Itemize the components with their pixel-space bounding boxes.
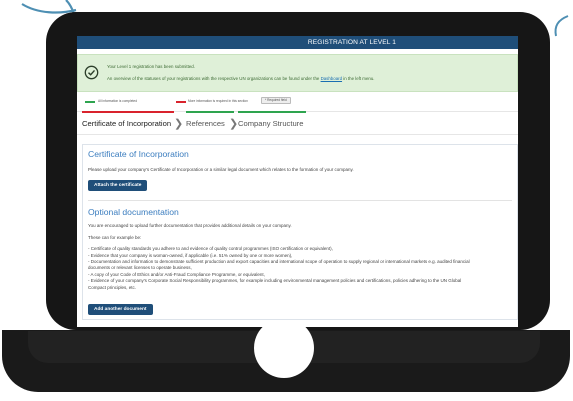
tab-status-bar bbox=[238, 111, 306, 113]
optional-documentation-heading: Optional documentation bbox=[88, 207, 179, 218]
alert-detail: An overview of the statuses of your regi… bbox=[107, 76, 375, 81]
tab-certificate-of-incorporation[interactable]: Certificate of Incorporation bbox=[82, 111, 174, 134]
status-legend: All information is completed More inform… bbox=[77, 97, 518, 109]
section-tabs: Certificate of Incorporation ❯ Reference… bbox=[77, 111, 518, 135]
page-header: REGISTRATION AT LEVEL 1 bbox=[77, 36, 518, 49]
chevron-right-icon: ❯ bbox=[229, 118, 239, 130]
check-circle-icon bbox=[84, 65, 99, 80]
required-field-badge: * Required field bbox=[261, 97, 291, 104]
tab-label: Company Structure bbox=[238, 119, 304, 128]
section-divider bbox=[88, 200, 512, 202]
certificate-description: Please upload your company's Certificate… bbox=[88, 167, 354, 172]
optional-intro: You are encouraged to upload further doc… bbox=[88, 223, 292, 229]
chevron-right-icon: ❯ bbox=[174, 118, 184, 130]
success-alert: Your Level 1 registration has been submi… bbox=[77, 54, 518, 92]
certificate-heading: Certificate of Incorporation bbox=[88, 149, 189, 159]
upload-section: Certificate of Incorporation Please uplo… bbox=[82, 144, 518, 321]
main-content: Certificate of Incorporation Please uplo… bbox=[82, 144, 518, 327]
attach-certificate-button[interactable]: Attach the certificate bbox=[88, 180, 148, 192]
legend-more-label: More information is required in this sec… bbox=[188, 99, 248, 103]
example-item: - Evidence of your company's Corporate S… bbox=[88, 278, 462, 284]
legend-complete-label: All information is completed bbox=[98, 99, 137, 103]
examples-label: These can for example be: bbox=[88, 234, 142, 240]
tab-references[interactable]: References bbox=[186, 111, 234, 134]
tab-label: References bbox=[186, 119, 225, 128]
decorative-stroke-right bbox=[554, 15, 569, 37]
alert-message: Your Level 1 registration has been submi… bbox=[107, 64, 195, 69]
add-another-document-button[interactable]: Add another document bbox=[88, 304, 153, 316]
tab-label: Certificate of Incorporation bbox=[82, 119, 172, 128]
page-title: REGISTRATION AT LEVEL 1 bbox=[307, 39, 396, 46]
dashboard-link[interactable]: Dashboard bbox=[321, 76, 342, 81]
legend-complete-swatch bbox=[85, 101, 95, 103]
tab-company-structure[interactable]: Company Structure bbox=[238, 111, 306, 134]
legend-more-swatch bbox=[176, 101, 186, 103]
example-item: Compact principles, etc. bbox=[88, 284, 137, 290]
laptop-screen: REGISTRATION AT LEVEL 1 Your Level 1 reg… bbox=[77, 36, 518, 327]
laptop-notch bbox=[254, 318, 314, 378]
tab-status-bar bbox=[82, 111, 174, 113]
tab-status-bar bbox=[186, 111, 234, 113]
